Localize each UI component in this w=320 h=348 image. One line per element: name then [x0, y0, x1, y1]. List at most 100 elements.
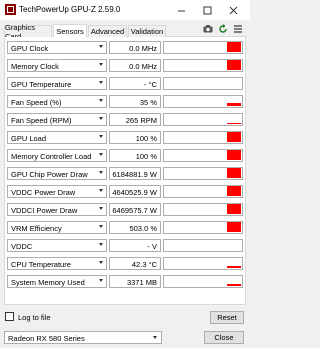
- sensor-label-box[interactable]: Fan Speed (RPM): [7, 113, 107, 126]
- sensor-value: 100 %: [135, 152, 157, 161]
- sensor-graph-bar: [227, 222, 241, 232]
- sensor-value: 265 RPM: [125, 116, 157, 125]
- sensor-label-box[interactable]: CPU Temperature: [7, 257, 107, 270]
- sensor-graph-bar: [227, 150, 241, 160]
- sensor-value-box: 6184881.9 W: [109, 167, 161, 180]
- sensor-row-gpu-temperature: GPU Temperature - °C: [7, 77, 243, 90]
- sensor-label: GPU Clock: [11, 44, 49, 53]
- chevron-down-icon[interactable]: [99, 63, 103, 66]
- chevron-down-icon[interactable]: [99, 225, 103, 228]
- sensor-value: 4640525.9 W: [112, 188, 157, 197]
- sensor-graph-bar: [227, 42, 241, 52]
- sensor-row-vrm-efficiency: VRM Efficiency 503.0 %: [7, 221, 243, 234]
- close-window-button[interactable]: [222, 0, 244, 20]
- tab-sensors[interactable]: Sensors: [53, 24, 87, 38]
- chevron-down-icon[interactable]: [99, 207, 103, 210]
- sensor-label-box[interactable]: VDDC Power Draw: [7, 185, 107, 198]
- chevron-down-icon[interactable]: [99, 171, 103, 174]
- sensor-value-box: 100 %: [109, 149, 161, 162]
- sensor-value-box: 6469575.7 W: [109, 203, 161, 216]
- sensor-label-box[interactable]: System Memory Used: [7, 275, 107, 288]
- sensor-label-box[interactable]: Memory Controller Load: [7, 149, 107, 162]
- sensor-graph: [163, 149, 243, 162]
- sensor-value-box: - V: [109, 239, 161, 252]
- sensor-graph: [163, 95, 243, 108]
- sensor-row-memory-clock: Memory Clock 0.0 MHz: [7, 59, 243, 72]
- minimize-icon: [177, 10, 185, 11]
- chevron-down-icon[interactable]: [99, 117, 103, 120]
- gpu-select-value: Radeon RX 580 Series: [8, 334, 85, 343]
- tab-graphics-card[interactable]: Graphics Card: [4, 23, 52, 41]
- sensor-value-box: 100 %: [109, 131, 161, 144]
- sensor-label: VDDC: [11, 242, 33, 251]
- chevron-down-icon[interactable]: [99, 153, 103, 156]
- chevron-down-icon[interactable]: [99, 135, 103, 138]
- maximize-button[interactable]: [196, 0, 218, 20]
- sensor-label-box[interactable]: GPU Load: [7, 131, 107, 144]
- sensor-graph: [163, 77, 243, 90]
- chevron-down-icon[interactable]: [99, 81, 103, 84]
- sensor-graph-bar: [227, 168, 241, 178]
- sensor-label-box[interactable]: VRM Efficiency: [7, 221, 107, 234]
- sensor-value: 0.0 MHz: [129, 44, 157, 53]
- close-button[interactable]: Close: [204, 331, 244, 344]
- gpu-select[interactable]: Radeon RX 580 Series: [4, 331, 162, 344]
- sensor-label-box[interactable]: GPU Clock: [7, 41, 107, 54]
- sensor-label-box[interactable]: Memory Clock: [7, 59, 107, 72]
- chevron-down-icon[interactable]: [99, 189, 103, 192]
- sensor-graph: [163, 203, 243, 216]
- chevron-down-icon[interactable]: [99, 45, 103, 48]
- sensor-label: GPU Chip Power Draw: [11, 170, 88, 179]
- menu-icon[interactable]: [233, 24, 243, 34]
- sensor-value: 503.0 %: [129, 224, 157, 233]
- sensor-value: 6469575.7 W: [112, 206, 157, 215]
- sensor-label-box[interactable]: GPU Chip Power Draw: [7, 167, 107, 180]
- sensor-row-gpu-clock: GPU Clock 0.0 MHz: [7, 41, 243, 54]
- chevron-down-icon[interactable]: [99, 243, 103, 246]
- sensor-row-system-memory-used: System Memory Used 3371 MB: [7, 275, 243, 288]
- minimize-button[interactable]: [170, 0, 192, 20]
- sensor-label: VDDCI Power Draw: [11, 206, 78, 215]
- sensor-label-box[interactable]: VDDC: [7, 239, 107, 252]
- sensor-row-cpu-temperature: CPU Temperature 42.3 °C: [7, 257, 243, 270]
- close-icon: [229, 6, 237, 14]
- sensor-graph: [163, 59, 243, 72]
- chevron-down-icon[interactable]: [99, 279, 103, 282]
- sensor-value-box: 42.3 °C: [109, 257, 161, 270]
- sensor-value-box: 4640525.9 W: [109, 185, 161, 198]
- sensor-graph-bar: [227, 103, 241, 106]
- chevron-down-icon[interactable]: [99, 261, 103, 264]
- sensor-row-gpu-chip-power-draw: GPU Chip Power Draw 6184881.9 W: [7, 167, 243, 180]
- sensor-graph: [163, 239, 243, 252]
- sensor-row-vddc: VDDC - V: [7, 239, 243, 252]
- sensor-value: 100 %: [135, 134, 157, 143]
- log-to-file-checkbox[interactable]: [5, 312, 14, 321]
- sensor-label: VRM Efficiency: [11, 224, 62, 233]
- window-title: TechPowerUp GPU-Z 2.59.0: [19, 5, 121, 14]
- tab-validation[interactable]: Validation: [128, 25, 166, 37]
- sensor-label-box[interactable]: GPU Temperature: [7, 77, 107, 90]
- tab-advanced[interactable]: Advanced: [88, 25, 127, 37]
- sensor-value-box: - °C: [109, 77, 161, 90]
- sensor-graph-bar: [227, 266, 241, 268]
- sensor-graph: [163, 113, 243, 126]
- reset-button[interactable]: Reset: [210, 311, 244, 324]
- sensor-graph-bar: [227, 123, 241, 124]
- camera-icon[interactable]: [203, 24, 213, 34]
- sensor-value: 42.3 °C: [131, 260, 157, 269]
- sensor-row-memory-controller-load: Memory Controller Load 100 %: [7, 149, 243, 162]
- refresh-icon[interactable]: [218, 24, 228, 34]
- sensor-row-gpu-load: GPU Load 100 %: [7, 131, 243, 144]
- sensor-value-box: 503.0 %: [109, 221, 161, 234]
- sensor-value-box: 0.0 MHz: [109, 59, 161, 72]
- log-to-file-label: Log to file: [18, 313, 51, 322]
- sensor-graph: [163, 275, 243, 288]
- sensor-graph: [163, 185, 243, 198]
- sensor-row-vddci-power-draw: VDDCI Power Draw 6469575.7 W: [7, 203, 243, 216]
- sensor-label-box[interactable]: Fan Speed (%): [7, 95, 107, 108]
- sensor-label-box[interactable]: VDDCI Power Draw: [7, 203, 107, 216]
- sensor-label: VDDC Power Draw: [11, 188, 76, 197]
- sensor-label: System Memory Used: [11, 278, 85, 287]
- chevron-down-icon[interactable]: [99, 99, 103, 102]
- sensor-value: - V: [147, 242, 157, 251]
